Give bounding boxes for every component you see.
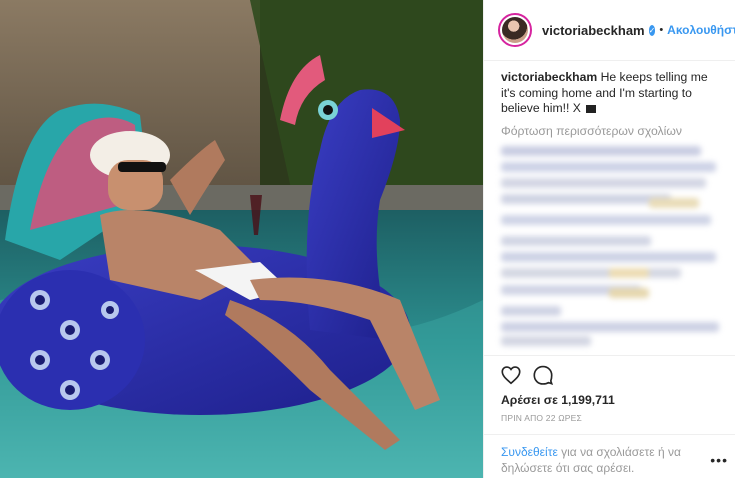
post-photo[interactable] [0,0,483,478]
avatar[interactable] [498,13,532,47]
login-prompt: Συνδεθείτε για να σχολιάσετε ή να δηλώσε… [484,434,735,476]
post-header: victoriabeckham ✓ • Ακολουθήστε [484,0,735,61]
blurred-comments [499,140,724,346]
post-caption: victoriabeckham He keeps telling me it's… [501,70,723,117]
likes-count[interactable]: Αρέσει σε 1,199,711 [501,393,615,407]
separator-dot: • [659,24,664,36]
post-actions: Αρέσει σε 1,199,711 ΠΡΙΝ ΑΠΟ 22 ΩΡΕΣ Συν… [484,355,735,478]
follow-button[interactable]: Ακολουθήστε [667,23,735,37]
heart-icon[interactable] [500,364,522,386]
verified-badge-icon: ✓ [648,24,656,36]
caption-username[interactable]: victoriabeckham [501,70,597,84]
login-link[interactable]: Συνδεθείτε [501,445,558,459]
avatar-image [502,17,528,43]
post-image [0,0,483,478]
post-sidebar: victoriabeckham ✓ • Ακολουθήστε victoria… [483,0,735,478]
post-timestamp[interactable]: ΠΡΙΝ ΑΠΟ 22 ΩΡΕΣ [501,413,582,423]
load-more-comments-link[interactable]: Φόρτωση περισσότερων σχολίων [501,124,682,138]
comment-icon[interactable] [532,364,554,386]
flag-icon [586,105,597,113]
username-link[interactable]: victoriabeckham [542,23,645,38]
more-options-icon[interactable]: ••• [710,452,728,468]
